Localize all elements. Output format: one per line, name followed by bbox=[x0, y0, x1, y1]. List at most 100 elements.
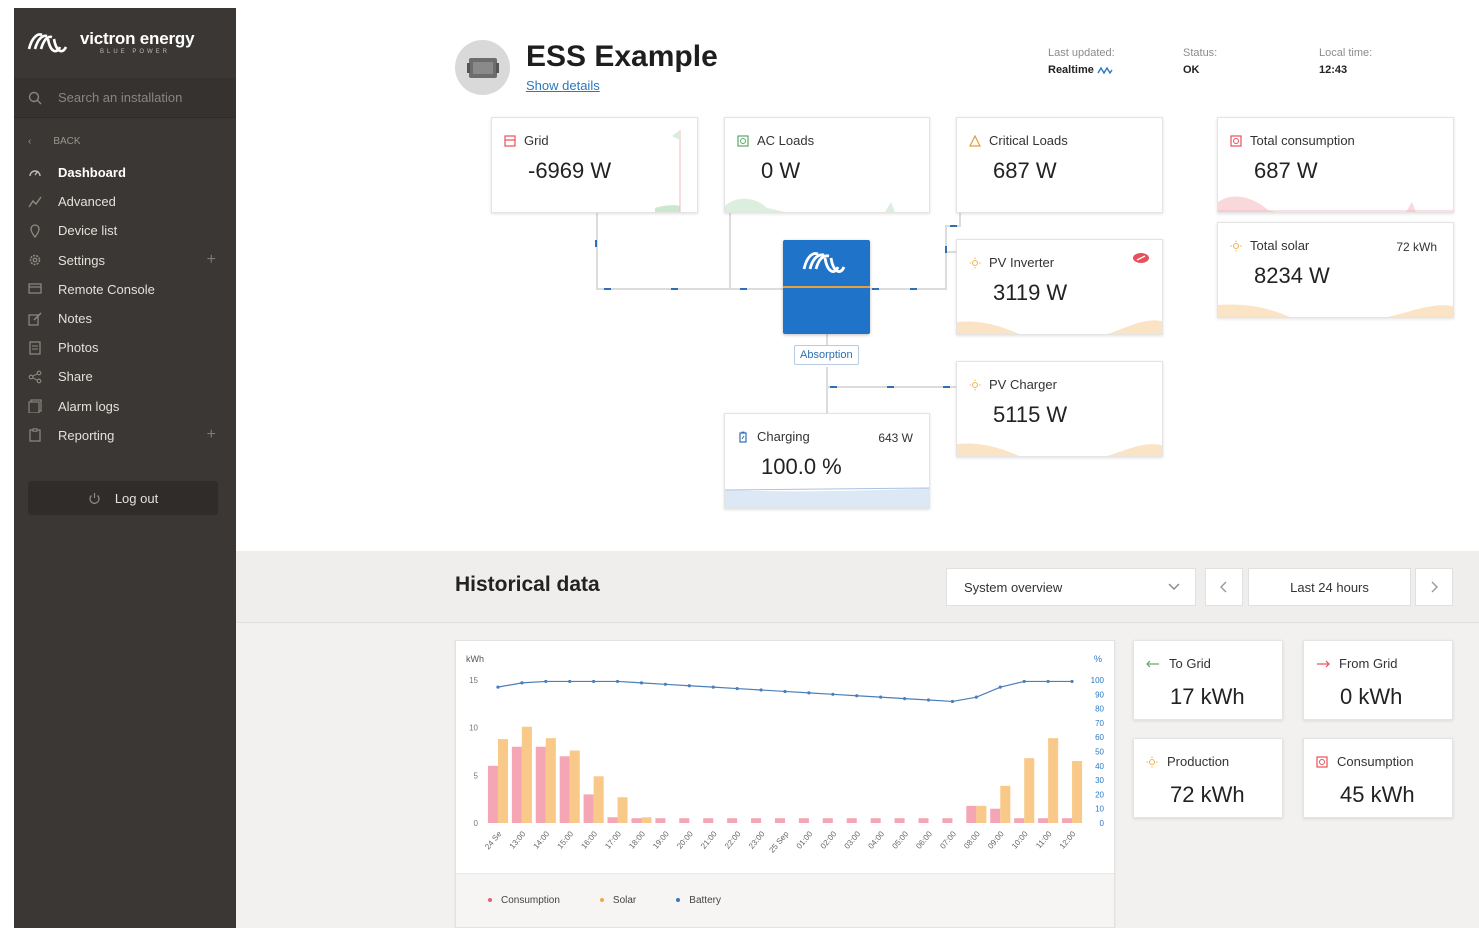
legend-item-battery[interactable]: Battery bbox=[676, 895, 721, 906]
battery-soc-point bbox=[520, 681, 524, 685]
to-grid-value: 17 kWh bbox=[1170, 684, 1245, 709]
x-tick-label: 12:00 bbox=[1058, 829, 1078, 851]
solar-bar bbox=[617, 797, 628, 823]
consumption-bar bbox=[918, 818, 929, 823]
y2-tick-label: 50 bbox=[1095, 748, 1104, 757]
consumption-bar bbox=[727, 818, 738, 823]
x-tick-label: 11:00 bbox=[1034, 829, 1054, 850]
x-tick-label: 19:00 bbox=[651, 829, 671, 851]
x-tick-label: 06:00 bbox=[914, 829, 934, 851]
x-tick-label: 20:00 bbox=[675, 829, 695, 851]
total-solar-tile[interactable]: Total solar 72 kWh 8234 W bbox=[1217, 222, 1454, 318]
from-grid-value: 0 kWh bbox=[1340, 684, 1403, 709]
battery-tile[interactable]: Charging 643 W 100.0 % bbox=[724, 413, 930, 509]
consumption-icon bbox=[1316, 755, 1328, 768]
battery-soc-point bbox=[759, 688, 763, 692]
legend-label: Solar bbox=[612, 895, 637, 906]
chevron-right-icon bbox=[1431, 581, 1438, 593]
consumption-bar bbox=[631, 818, 642, 823]
consumption-bar bbox=[1061, 818, 1073, 823]
battery-soc-point bbox=[592, 679, 596, 684]
consumption-bar bbox=[990, 808, 1001, 823]
production-value: 72 kWh bbox=[1170, 782, 1245, 807]
solar-bar bbox=[1000, 785, 1011, 823]
x-tick-label: 18:00 bbox=[627, 829, 647, 851]
consumption-bar bbox=[535, 746, 546, 823]
battery-soc-point bbox=[735, 686, 739, 691]
y2-tick-label: 60 bbox=[1095, 733, 1104, 742]
x-tick-label: 08:00 bbox=[962, 829, 982, 851]
solar-bar bbox=[1048, 738, 1059, 823]
battery-soc-point bbox=[1022, 679, 1026, 684]
x-tick-label: 17:00 bbox=[603, 829, 623, 851]
y2-tick-label: 90 bbox=[1095, 690, 1104, 699]
solar-bar bbox=[569, 750, 580, 823]
chevron-down-icon bbox=[1168, 583, 1180, 590]
inverter-charger-device[interactable] bbox=[783, 240, 870, 334]
y2-tick-label: 20 bbox=[1095, 790, 1104, 799]
ac-loads-sparkline bbox=[725, 198, 895, 212]
battery-soc-point bbox=[950, 699, 955, 704]
solar-bar bbox=[1024, 758, 1035, 823]
inverter-accent-stripe bbox=[783, 286, 870, 288]
consumption-bar bbox=[559, 756, 570, 823]
period-selector[interactable]: Last 24 hours bbox=[1248, 568, 1411, 606]
y2-tick-label: 0 bbox=[1100, 819, 1105, 828]
production-title: Production bbox=[1167, 754, 1230, 769]
x-tick-label: 10:00 bbox=[1010, 829, 1030, 851]
total-consumption-tile[interactable]: Total consumption 687 W bbox=[1217, 117, 1454, 213]
chevron-left-icon bbox=[1220, 581, 1227, 593]
grid-tile[interactable]: Grid -6969 W bbox=[491, 117, 698, 213]
y2-tick-label: 80 bbox=[1095, 705, 1104, 714]
from-grid-title: From Grid bbox=[1339, 656, 1398, 671]
battery-soc-point bbox=[998, 685, 1002, 689]
x-tick-label: 15:00 bbox=[555, 829, 575, 851]
consumption-bar bbox=[1014, 818, 1025, 823]
ac-loads-tile[interactable]: AC Loads 0 W bbox=[724, 117, 930, 213]
solar-bar bbox=[641, 817, 652, 823]
x-tick-label: 25 Sep bbox=[767, 829, 791, 855]
previous-period-button[interactable] bbox=[1205, 568, 1243, 606]
battery-soc-point bbox=[855, 694, 859, 698]
consumption-bar bbox=[774, 818, 785, 823]
battery-soc-point bbox=[711, 685, 715, 689]
consumption-bar bbox=[703, 818, 714, 823]
arrow-right-icon bbox=[1317, 660, 1330, 667]
victron-logo-icon bbox=[802, 252, 846, 273]
production-stat: Production 72 kWh bbox=[1133, 738, 1283, 818]
y-tick-label: 15 bbox=[469, 676, 478, 685]
y2-tick-label: 30 bbox=[1095, 776, 1104, 785]
consumption-bar bbox=[487, 765, 498, 823]
historical-title: Historical data bbox=[455, 573, 600, 596]
x-tick-label: 02:00 bbox=[819, 829, 839, 851]
to-grid-stat-title: To Grid bbox=[1146, 656, 1211, 671]
legend-item-solar[interactable]: Solar bbox=[599, 895, 637, 906]
x-tick-label: 01:00 bbox=[795, 829, 815, 851]
x-tick-label: 03:00 bbox=[843, 829, 863, 851]
consumption-bar bbox=[679, 818, 690, 823]
critical-loads-tile[interactable]: Critical Loads 687 W bbox=[956, 117, 1163, 213]
battery-soc-point bbox=[615, 679, 620, 684]
solar-bar bbox=[976, 805, 987, 823]
solar-bar bbox=[1072, 761, 1083, 823]
pv-charger-tile[interactable]: PV Charger 5115 W bbox=[956, 361, 1163, 457]
next-period-button[interactable] bbox=[1415, 568, 1453, 606]
legend-label: Battery bbox=[689, 895, 721, 906]
inverter-state-badge: Absorption bbox=[794, 345, 859, 365]
x-tick-label: 22:00 bbox=[723, 829, 743, 851]
legend-item-consumption[interactable]: Consumption bbox=[488, 895, 560, 906]
battery-soc-point bbox=[663, 682, 667, 686]
consumption-bar bbox=[655, 818, 666, 823]
solar-bar bbox=[593, 776, 604, 823]
pv-inverter-sparkline bbox=[957, 320, 1162, 334]
battery-soc-point bbox=[544, 679, 548, 684]
battery-soc-point bbox=[496, 685, 500, 689]
consumption-bar bbox=[607, 817, 618, 823]
battery-sparkline bbox=[725, 487, 929, 508]
view-select[interactable]: System overview bbox=[946, 568, 1196, 606]
consumption-bar bbox=[894, 818, 905, 823]
consumption-bar bbox=[942, 818, 953, 823]
x-tick-label: 07:00 bbox=[938, 829, 958, 851]
pv-inverter-tile[interactable]: PV Inverter 3119 W bbox=[956, 239, 1163, 335]
battery-soc-point bbox=[903, 696, 907, 701]
